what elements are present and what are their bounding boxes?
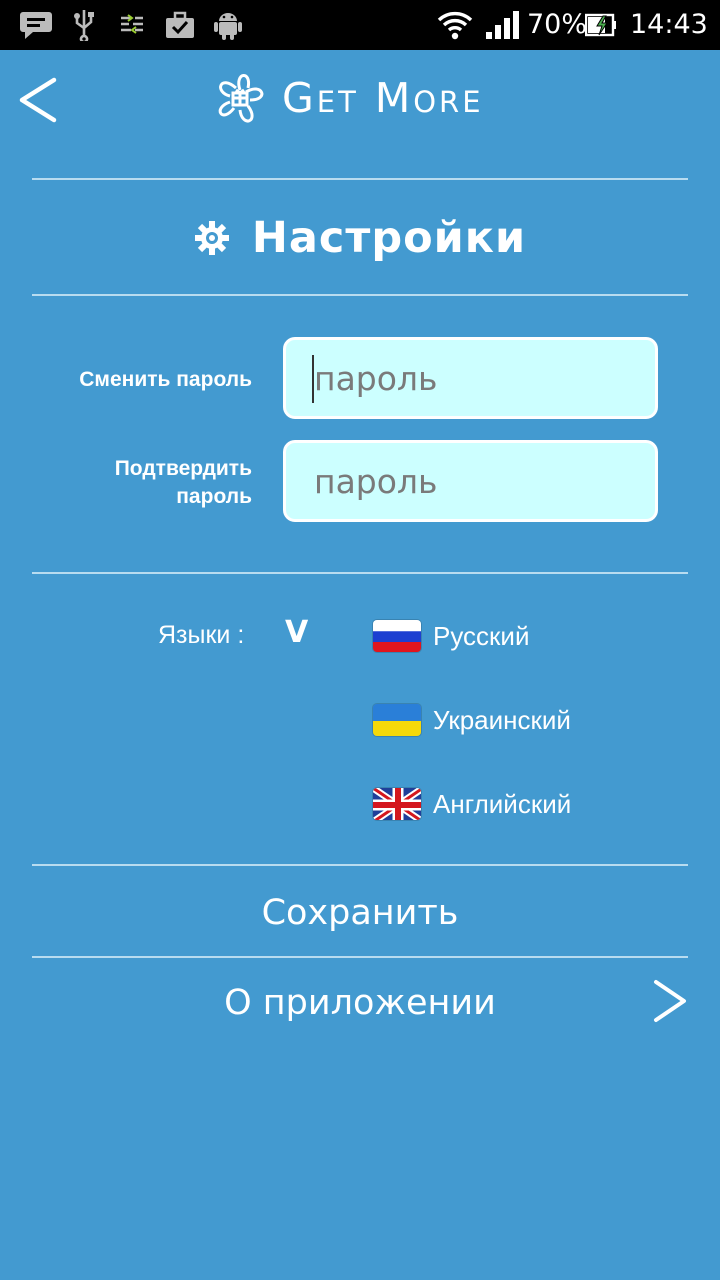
uk-flag-icon bbox=[372, 787, 422, 821]
battery-percent: 70% bbox=[527, 9, 588, 40]
about-app-button[interactable]: О приложении bbox=[0, 978, 720, 1028]
page-header: Настройки bbox=[0, 200, 720, 276]
languages-label: Языки : bbox=[158, 621, 245, 649]
confirm-password-input[interactable] bbox=[283, 440, 658, 522]
text-cursor bbox=[312, 355, 314, 403]
language-label: Английский bbox=[433, 788, 572, 819]
confirm-password-label-line1: Подтвердить bbox=[114, 457, 252, 480]
battery-charging-icon bbox=[584, 9, 618, 41]
gear-icon bbox=[194, 221, 229, 255]
briefcase-check-icon bbox=[163, 9, 197, 41]
language-label: Украинский bbox=[433, 704, 571, 735]
flower-gift-icon bbox=[218, 74, 264, 123]
divider bbox=[32, 864, 688, 866]
ukraine-flag-icon bbox=[372, 703, 422, 737]
clock: 14:43 bbox=[630, 9, 708, 40]
divider bbox=[32, 956, 688, 958]
status-bar: 70% 14:43 bbox=[0, 0, 720, 50]
about-app-chevron[interactable] bbox=[650, 976, 690, 1026]
android-icon bbox=[212, 9, 244, 41]
language-option-russian[interactable]: Русский bbox=[372, 618, 529, 654]
divider bbox=[32, 572, 688, 574]
signal-icon bbox=[484, 9, 520, 41]
page-title: Настройки bbox=[251, 213, 527, 263]
divider bbox=[32, 294, 688, 296]
new-password-input[interactable] bbox=[283, 337, 658, 419]
data-transfer-icon bbox=[118, 9, 146, 41]
confirm-password-label: Подтвердить пароль bbox=[115, 455, 252, 511]
language-option-ukrainian[interactable]: Украинский bbox=[372, 702, 571, 738]
chevron-right-icon bbox=[654, 980, 686, 1022]
russia-flag-icon bbox=[372, 619, 422, 653]
back-button[interactable] bbox=[14, 70, 64, 130]
confirm-password-label-line2: пароль bbox=[176, 485, 252, 508]
usb-icon bbox=[72, 9, 96, 41]
languages-dropdown-toggle[interactable]: V bbox=[285, 616, 308, 650]
wifi-icon bbox=[437, 9, 473, 41]
change-password-label: Сменить пароль bbox=[79, 368, 252, 391]
app-name: Get More bbox=[282, 74, 484, 122]
save-button[interactable]: Сохранить bbox=[0, 888, 720, 938]
language-label: Русский bbox=[433, 620, 530, 651]
chat-icon bbox=[18, 9, 54, 41]
divider bbox=[32, 178, 688, 180]
chevron-left-icon bbox=[19, 77, 57, 123]
app-logo: Get More bbox=[208, 66, 484, 130]
language-option-english[interactable]: Английский bbox=[372, 786, 571, 822]
